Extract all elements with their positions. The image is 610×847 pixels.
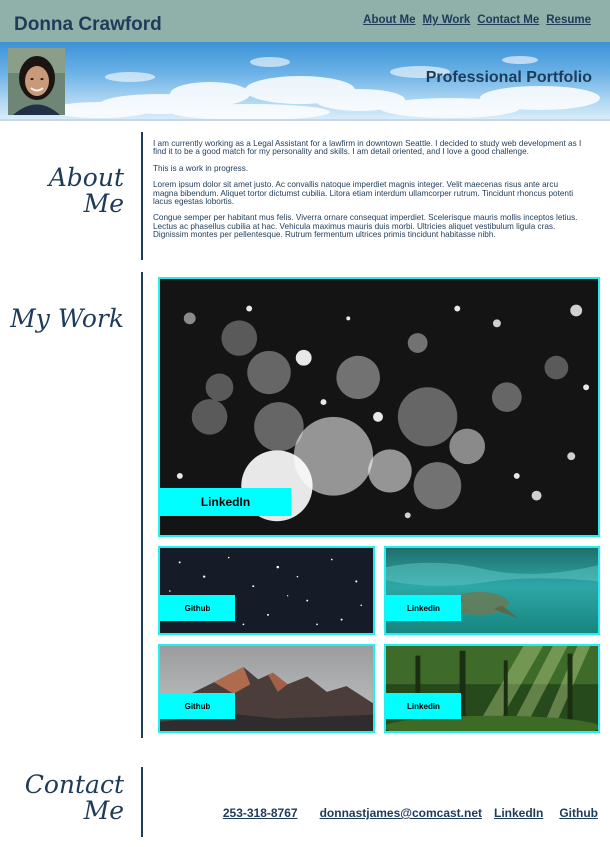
tile-label[interactable]: LinkedIn (160, 488, 291, 516)
linkedin-link[interactable]: LinkedIn (494, 806, 543, 820)
main-nav: About Me My Work Contact Me Resume (363, 14, 591, 26)
work-tile-linkedin[interactable]: LinkedIn (158, 277, 600, 537)
about-divider (141, 132, 143, 260)
divider (0, 119, 610, 121)
about-paragraph: This is a work in progress. (153, 163, 249, 173)
tile-label[interactable]: Linkedin (386, 693, 461, 719)
contact-heading-line1: Contact (24, 770, 124, 799)
site-header: Donna Crawford About Me My Work Contact … (0, 0, 610, 42)
about-text: I am currently working as a Legal Assist… (153, 139, 583, 248)
work-tile-github-2[interactable]: Github (158, 644, 375, 733)
about-heading: About Me (30, 165, 124, 217)
about-heading-line1: About (48, 163, 124, 192)
contact-heading-line2: Me (83, 796, 124, 825)
tile-label[interactable]: Github (160, 595, 235, 621)
tile-label[interactable]: Github (160, 693, 235, 719)
about-paragraph: Lorem ipsum dolor sit amet justo. Ac con… (153, 180, 574, 207)
about-heading-line2: Me (83, 189, 124, 218)
hero-title: Professional Portfolio (425, 69, 592, 86)
about-paragraph: Congue semper per habitant mus felis. Vi… (153, 213, 578, 240)
contact-links: 253-318-8767 donnastjames@comcast.net Li… (223, 806, 598, 820)
email-link[interactable]: donnastjames@comcast.net (320, 806, 482, 820)
work-tile-github[interactable]: Github (158, 546, 375, 635)
site-name: Donna Crawford (14, 14, 162, 35)
work-tile-linkedin-2[interactable]: Linkedin (384, 546, 600, 635)
profile-photo (8, 48, 65, 115)
work-tile-linkedin-3[interactable]: Linkedin (384, 644, 600, 733)
phone-link[interactable]: 253-318-8767 (223, 806, 298, 820)
contact-divider (141, 767, 143, 837)
nav-resume[interactable]: Resume (546, 14, 591, 26)
nav-about-me[interactable]: About Me (363, 14, 415, 26)
tile-label[interactable]: Linkedin (386, 595, 461, 621)
about-paragraph: I am currently working as a Legal Assist… (153, 139, 582, 157)
github-link[interactable]: Github (559, 806, 598, 820)
nav-my-work[interactable]: My Work (423, 14, 471, 26)
contact-heading: Contact Me (10, 772, 124, 824)
work-heading: My Work (10, 304, 124, 333)
nav-contact-me[interactable]: Contact Me (477, 14, 539, 26)
work-divider (141, 272, 143, 738)
hero-banner: Professional Portfolio (0, 42, 610, 120)
